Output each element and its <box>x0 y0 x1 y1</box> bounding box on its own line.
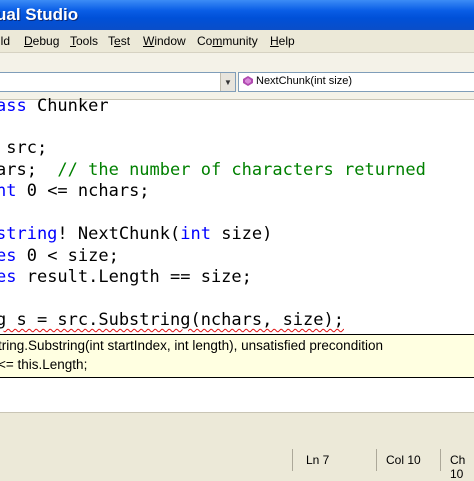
code-line-error: g s = src.Substring(nchars, size); <box>0 310 344 330</box>
status-bar: Ln 7 Col 10 Ch 10 <box>0 412 474 481</box>
status-separator <box>376 449 377 471</box>
error-squiggle: g s = src.Substring(nchars, size); <box>0 310 344 330</box>
menu-debug[interactable]: Debug <box>24 34 59 48</box>
type-dropdown[interactable]: ▼ <box>0 72 236 92</box>
code-line: nt 0 <= nchars; <box>0 181 150 201</box>
menu-window[interactable]: Window <box>143 34 186 48</box>
code-line: string! NextChunk(int size) <box>0 224 273 244</box>
code-line: ars; // the number of characters returne… <box>0 160 426 180</box>
status-separator <box>292 449 293 471</box>
menu-community[interactable]: Community <box>197 34 258 48</box>
tooltip-precondition: <= this.Length; <box>0 357 88 372</box>
tooltip-signature: tring.Substring(int startIndex, int leng… <box>0 338 383 353</box>
navigation-bar: ▼ NextChunk(int size) <box>0 53 474 100</box>
code-line: ass Chunker <box>0 96 109 116</box>
menu-help[interactable]: Help <box>270 34 295 48</box>
member-dropdown-value: NextChunk(int size) <box>256 75 352 87</box>
chevron-down-icon[interactable]: ▼ <box>220 73 235 91</box>
menu-tools[interactable]: Tools <box>70 34 98 48</box>
status-column: Col 10 <box>386 453 421 467</box>
status-line: Ln 7 <box>306 453 330 467</box>
title-bar[interactable]: ual Studio <box>0 0 474 30</box>
code-line: es result.Length == size; <box>0 267 252 287</box>
window-title: ual Studio <box>0 5 79 24</box>
method-icon <box>243 76 253 86</box>
menu-bar: ild Debug Tools Test Window Community He… <box>0 30 474 53</box>
code-line: src; <box>0 138 48 158</box>
code-line: es 0 < size; <box>0 246 119 266</box>
error-tooltip: tring.Substring(int startIndex, int leng… <box>0 334 474 378</box>
member-dropdown[interactable]: NextChunk(int size) <box>238 72 474 92</box>
status-separator <box>440 449 441 471</box>
menu-build[interactable]: ild <box>0 34 10 48</box>
status-char: Ch 10 <box>450 453 466 481</box>
menu-test[interactable]: Test <box>108 34 130 48</box>
